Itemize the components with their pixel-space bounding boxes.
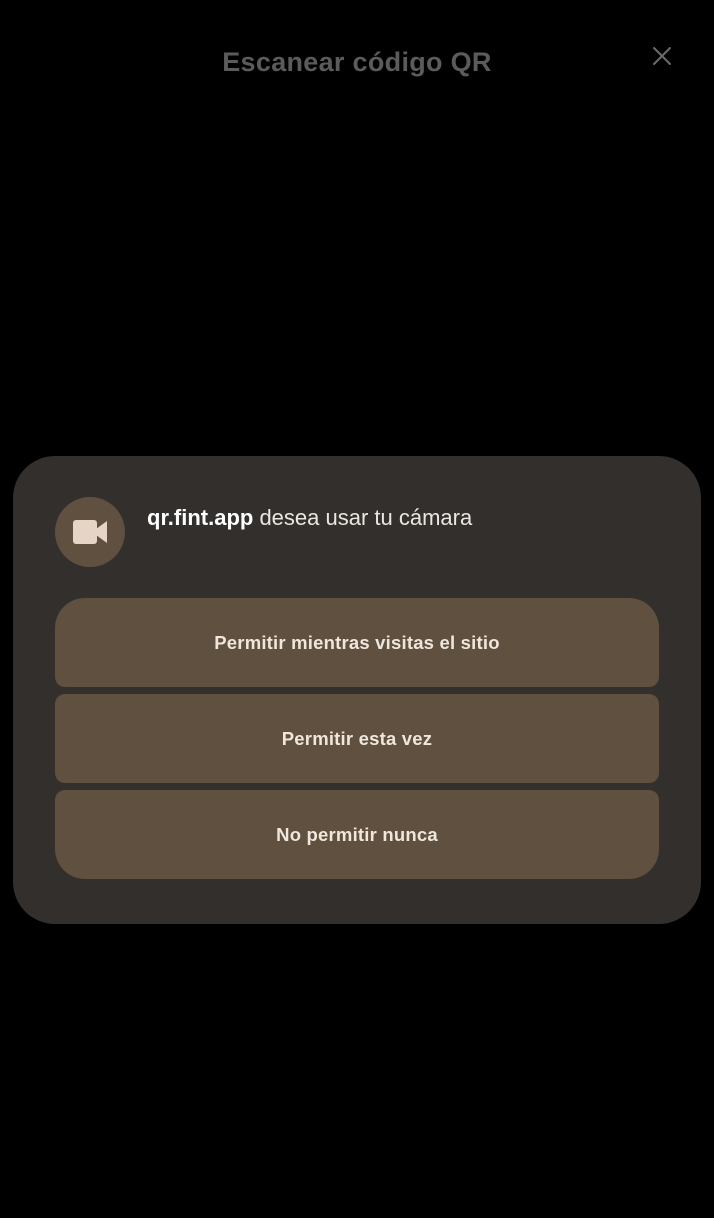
video-camera-icon [73, 520, 107, 544]
camera-permission-dialog: qr.fint.app desea usar tu cámara Permiti… [13, 456, 701, 924]
allow-this-time-button[interactable]: Permitir esta vez [55, 694, 659, 783]
never-allow-button[interactable]: No permitir nunca [55, 790, 659, 879]
permission-message: desea usar tu cámara [253, 505, 473, 530]
close-icon [652, 46, 672, 66]
permission-prompt: qr.fint.app desea usar tu cámara [147, 502, 667, 534]
site-origin: qr.fint.app [147, 505, 254, 530]
qr-scanner-screen: Escanear código QR qr.fint.app desea usa… [0, 0, 714, 1218]
permission-icon-badge [55, 497, 125, 567]
close-button[interactable] [644, 38, 680, 74]
allow-while-visiting-button[interactable]: Permitir mientras visitas el sitio [55, 598, 659, 687]
page-title: Escanear código QR [222, 47, 492, 77]
